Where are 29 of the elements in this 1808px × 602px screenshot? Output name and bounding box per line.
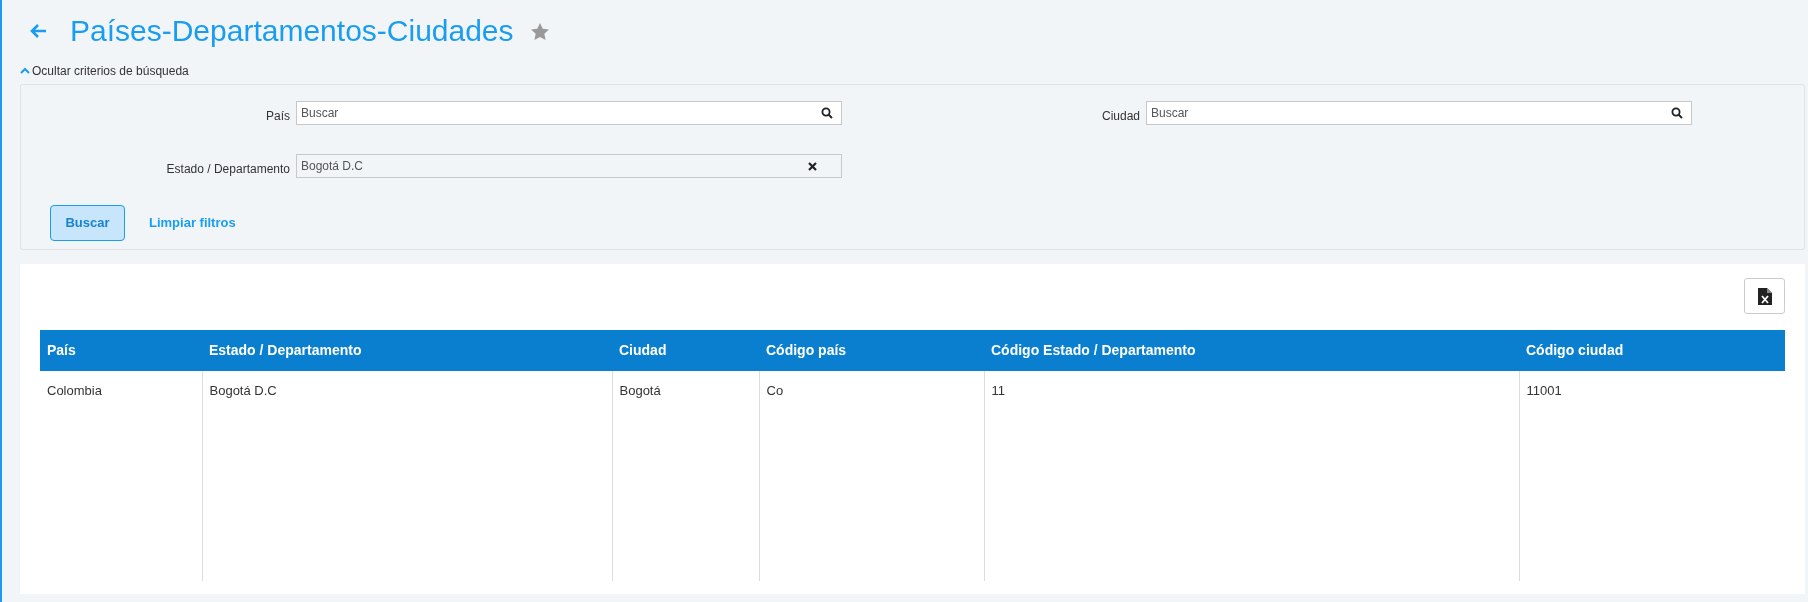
table-cell: Bogotá D.C (202, 371, 612, 581)
table-cell: 11 (984, 371, 1519, 581)
column-header[interactable]: País (40, 330, 202, 371)
chevron-up-icon (20, 67, 30, 75)
column-header[interactable]: Código ciudad (1519, 330, 1785, 371)
field-label: Estado / Departamento (165, 161, 290, 178)
selected-value-field[interactable]: Bogotá D.C (296, 154, 842, 178)
table-cell: Colombia (40, 371, 202, 581)
search-button[interactable]: Buscar (50, 205, 125, 241)
table-cell: 11001 (1519, 371, 1785, 581)
field-label: Ciudad (1100, 108, 1140, 125)
excel-file-icon (1757, 287, 1772, 305)
column-header[interactable]: Ciudad (612, 330, 759, 371)
column-header[interactable]: Estado / Departamento (202, 330, 612, 371)
excel-export-button[interactable] (1744, 278, 1785, 314)
page-title: Países-Departamentos-Ciudades (70, 13, 514, 49)
favorite-star-icon[interactable] (529, 21, 550, 41)
table-cell: Co (759, 371, 984, 581)
column-header[interactable]: Código país (759, 330, 984, 371)
search-icon[interactable] (1671, 107, 1683, 119)
search-icon[interactable] (821, 107, 833, 119)
clear-filters-link[interactable]: Limpiar filtros (149, 213, 236, 233)
search-field[interactable]: Buscar (1146, 101, 1692, 125)
column-header[interactable]: Código Estado / Departamento (984, 330, 1519, 371)
hide-criteria-toggle[interactable]: Ocultar criterios de búsqueda (2, 62, 189, 80)
clear-icon[interactable] (808, 161, 817, 171)
search-field[interactable]: Buscar (296, 101, 842, 125)
field-label: País (265, 108, 290, 125)
table-cell: Bogotá (612, 371, 759, 581)
